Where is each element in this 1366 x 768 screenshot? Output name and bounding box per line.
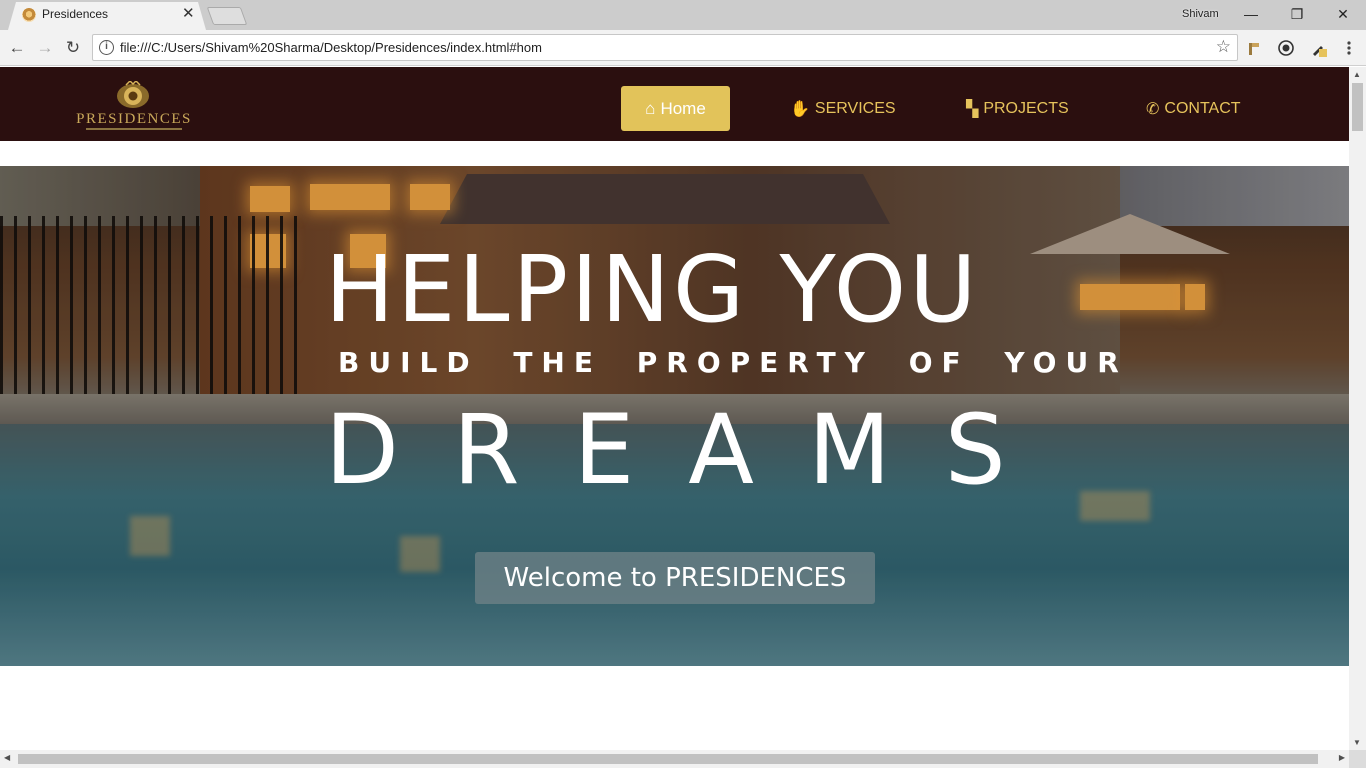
extension-flag-icon[interactable] xyxy=(1246,39,1264,57)
welcome-button[interactable]: Welcome to PRESIDENCES xyxy=(475,552,875,604)
tab-title[interactable]: Presidences xyxy=(42,7,108,21)
horizontal-scroll-thumb[interactable] xyxy=(18,754,1318,764)
scroll-right-icon[interactable]: ▶ xyxy=(1339,753,1345,762)
hero-headline: HELPING YOU xyxy=(325,236,980,343)
hero-dreams-text: DREAMS xyxy=(325,394,1060,506)
home-icon: ⌂ xyxy=(645,98,656,118)
nav-contact-link[interactable]: ✆ CONTACT xyxy=(1146,86,1241,131)
close-window-icon[interactable]: ✕ xyxy=(1328,4,1358,24)
site-navbar: PRESIDENCES ⌂ Home ✋ SERVICES ▚ PROJECTS… xyxy=(0,67,1349,141)
scrollbar-corner xyxy=(1349,750,1366,768)
nav-home-button[interactable]: ⌂ Home xyxy=(621,86,730,131)
sitemap-icon: ▚ xyxy=(966,100,979,118)
extension-eyedropper-icon[interactable] xyxy=(1310,39,1328,57)
site-info-icon[interactable]: i xyxy=(99,40,114,55)
new-tab-button[interactable] xyxy=(206,7,248,25)
scroll-up-icon[interactable]: ▲ xyxy=(1353,70,1361,79)
handshake-icon: ✋ xyxy=(790,100,810,118)
nav-contact-label: CONTACT xyxy=(1164,99,1241,117)
page-viewport: PRESIDENCES ⌂ Home ✋ SERVICES ▚ PROJECTS… xyxy=(0,67,1349,750)
phone-icon: ✆ xyxy=(1146,100,1160,118)
nav-services-link[interactable]: ✋ SERVICES xyxy=(790,86,896,131)
nav-services-label: SERVICES xyxy=(814,99,896,117)
lion-crest-icon xyxy=(117,81,149,108)
extension-record-icon[interactable] xyxy=(1277,39,1295,57)
tab-favicon-icon xyxy=(22,8,36,22)
hero-banner: HELPING YOU BUILD THE PROPERTY OF YOUR D… xyxy=(0,166,1349,666)
vertical-scrollbar[interactable]: ▲ ▼ xyxy=(1349,67,1366,750)
scroll-left-icon[interactable]: ◀ xyxy=(4,753,10,762)
scroll-down-icon[interactable]: ▼ xyxy=(1353,738,1361,747)
reload-icon[interactable]: ↻ xyxy=(62,37,84,59)
nav-projects-link[interactable]: ▚ PROJECTS xyxy=(966,86,1069,131)
profile-name[interactable]: Shivam xyxy=(1182,8,1219,20)
hero-subheadline: BUILD THE PROPERTY OF YOUR xyxy=(338,346,1128,379)
bookmark-star-icon[interactable]: ☆ xyxy=(1216,37,1231,57)
browser-tab-strip: Presidences ✕ Shivam — ❐ ✕ xyxy=(0,0,1366,30)
horizontal-scrollbar[interactable]: ◀ ▶ xyxy=(0,750,1349,768)
vertical-scroll-thumb[interactable] xyxy=(1352,83,1363,131)
address-bar[interactable]: i file:///C:/Users/Shivam%20Sharma/Deskt… xyxy=(92,34,1238,61)
browser-toolbar: ← → ↻ i file:///C:/Users/Shivam%20Sharma… xyxy=(0,30,1366,66)
nav-projects-label: PROJECTS xyxy=(983,99,1069,117)
address-url[interactable]: file:///C:/Users/Shivam%20Sharma/Desktop… xyxy=(120,40,542,55)
nav-home-label: Home xyxy=(660,98,706,118)
back-icon[interactable]: ← xyxy=(6,37,28,59)
browser-menu-icon[interactable] xyxy=(1340,39,1358,57)
forward-icon[interactable]: → xyxy=(34,37,56,59)
tab-close-icon[interactable]: ✕ xyxy=(182,5,195,23)
minimize-icon[interactable]: — xyxy=(1236,4,1266,24)
maximize-icon[interactable]: ❐ xyxy=(1282,4,1312,24)
logo-tagline-rule xyxy=(86,128,182,130)
site-logo[interactable]: PRESIDENCES xyxy=(66,81,202,131)
logo-wordmark: PRESIDENCES xyxy=(76,111,192,127)
